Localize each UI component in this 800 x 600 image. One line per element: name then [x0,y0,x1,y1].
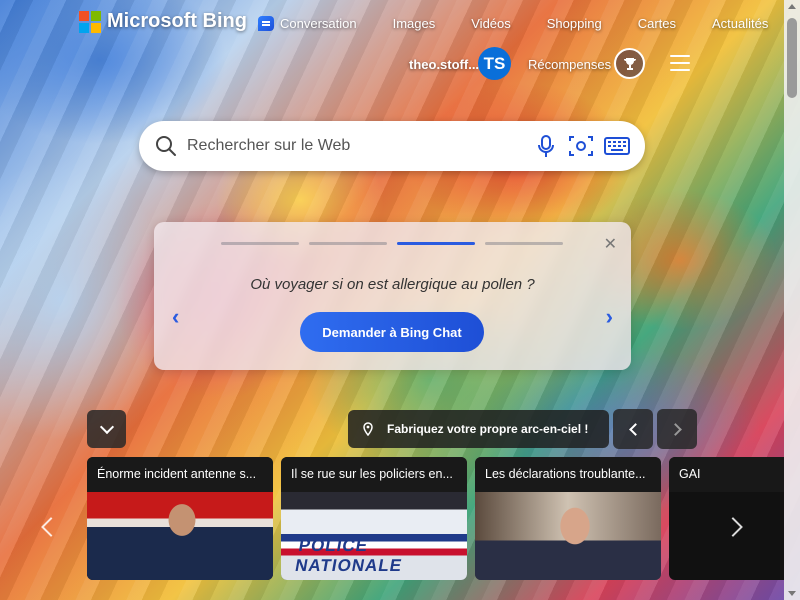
nav-maps[interactable]: Cartes [638,16,676,31]
search-box [139,121,645,171]
image-info-label: Fabriquez votre propre arc-en-ciel ! [387,422,589,436]
chevron-left-icon[interactable]: ‹ [172,304,179,330]
nav-news[interactable]: Actualités [712,16,768,31]
rewards-link[interactable]: Récompenses [528,57,611,72]
next-image-button[interactable] [657,409,697,449]
top-nav: Conversation Images Vidéos Shopping Cart… [258,16,768,31]
search-icon[interactable] [155,135,177,157]
chevron-left-icon [628,422,642,436]
location-pin-icon [363,422,373,436]
chevron-down-icon [99,419,114,434]
news-tile-image [87,492,273,580]
news-tile[interactable]: Il se rue sur les policiers en... [281,457,467,580]
chevron-right-icon [723,517,743,537]
carousel-progress [221,242,563,245]
microphone-icon[interactable] [532,133,560,159]
page-scrollbar[interactable] [784,0,800,600]
nav-videos[interactable]: Vidéos [471,16,511,31]
hamburger-icon[interactable] [670,55,690,71]
scroll-up-icon[interactable] [788,4,796,9]
account-name[interactable]: theo.stoff... [409,48,479,80]
chat-icon [258,16,274,31]
chevron-right-icon [668,422,682,436]
news-tile-title: GAI [669,457,784,492]
news-tile-title: Énorme incident antenne s... [87,457,273,492]
image-info-pill[interactable]: Fabriquez votre propre arc-en-ciel ! [348,410,609,448]
trophy-icon[interactable] [614,48,645,79]
nav-conversation[interactable]: Conversation [258,16,357,31]
search-input[interactable] [187,133,517,159]
progress-segment[interactable] [485,242,563,245]
nav-label: Shopping [546,16,602,31]
keyboard-icon[interactable] [603,133,631,159]
username: theo.stoff... [409,56,480,72]
avatar[interactable]: TS [478,47,511,80]
feed-scroll-left[interactable] [38,510,61,546]
nav-shopping[interactable]: Shopping [547,16,602,31]
visual-search-icon[interactable] [567,133,595,159]
news-tile[interactable]: Énorme incident antenne s... [87,457,273,580]
news-tile[interactable]: Les déclarations troublante... [475,457,661,580]
scrollbar-thumb[interactable] [787,18,797,98]
header: Microsoft Bing Conversation Images Vidéo… [0,0,784,48]
progress-segment[interactable] [309,242,387,245]
ask-bing-chat-button[interactable]: Demander à Bing Chat [300,312,484,352]
nav-label: Actualités [712,16,769,31]
nav-label: Vidéos [471,16,511,31]
chevron-right-icon[interactable]: › [606,304,613,330]
suggestion-card: ✕ Où voyager si on est allergique au pol… [154,222,631,370]
news-tile-title: Il se rue sur les policiers en... [281,457,467,492]
suggestion-question: Où voyager si on est allergique au polle… [250,276,535,293]
nav-label: Cartes [637,16,677,31]
close-icon[interactable]: ✕ [604,234,617,254]
nav-label: Images [392,16,436,31]
progress-segment[interactable] [221,242,299,245]
microsoft-logo-icon [79,10,101,33]
news-tile-title: Les déclarations troublante... [475,457,661,492]
nav-label: Conversation [280,16,357,31]
news-tile-image [475,492,661,580]
nav-images[interactable]: Images [393,16,436,31]
collapse-feed-button[interactable] [87,410,126,448]
news-tile-image [281,492,467,580]
feed-scroll-right[interactable] [723,510,746,546]
brand-name: Microsoft Bing [107,10,247,32]
chevron-left-icon [41,517,61,537]
progress-segment-active[interactable] [397,242,475,245]
previous-image-button[interactable] [613,409,653,449]
scroll-down-icon[interactable] [788,591,796,596]
bing-logo[interactable]: Microsoft Bing [79,10,247,33]
